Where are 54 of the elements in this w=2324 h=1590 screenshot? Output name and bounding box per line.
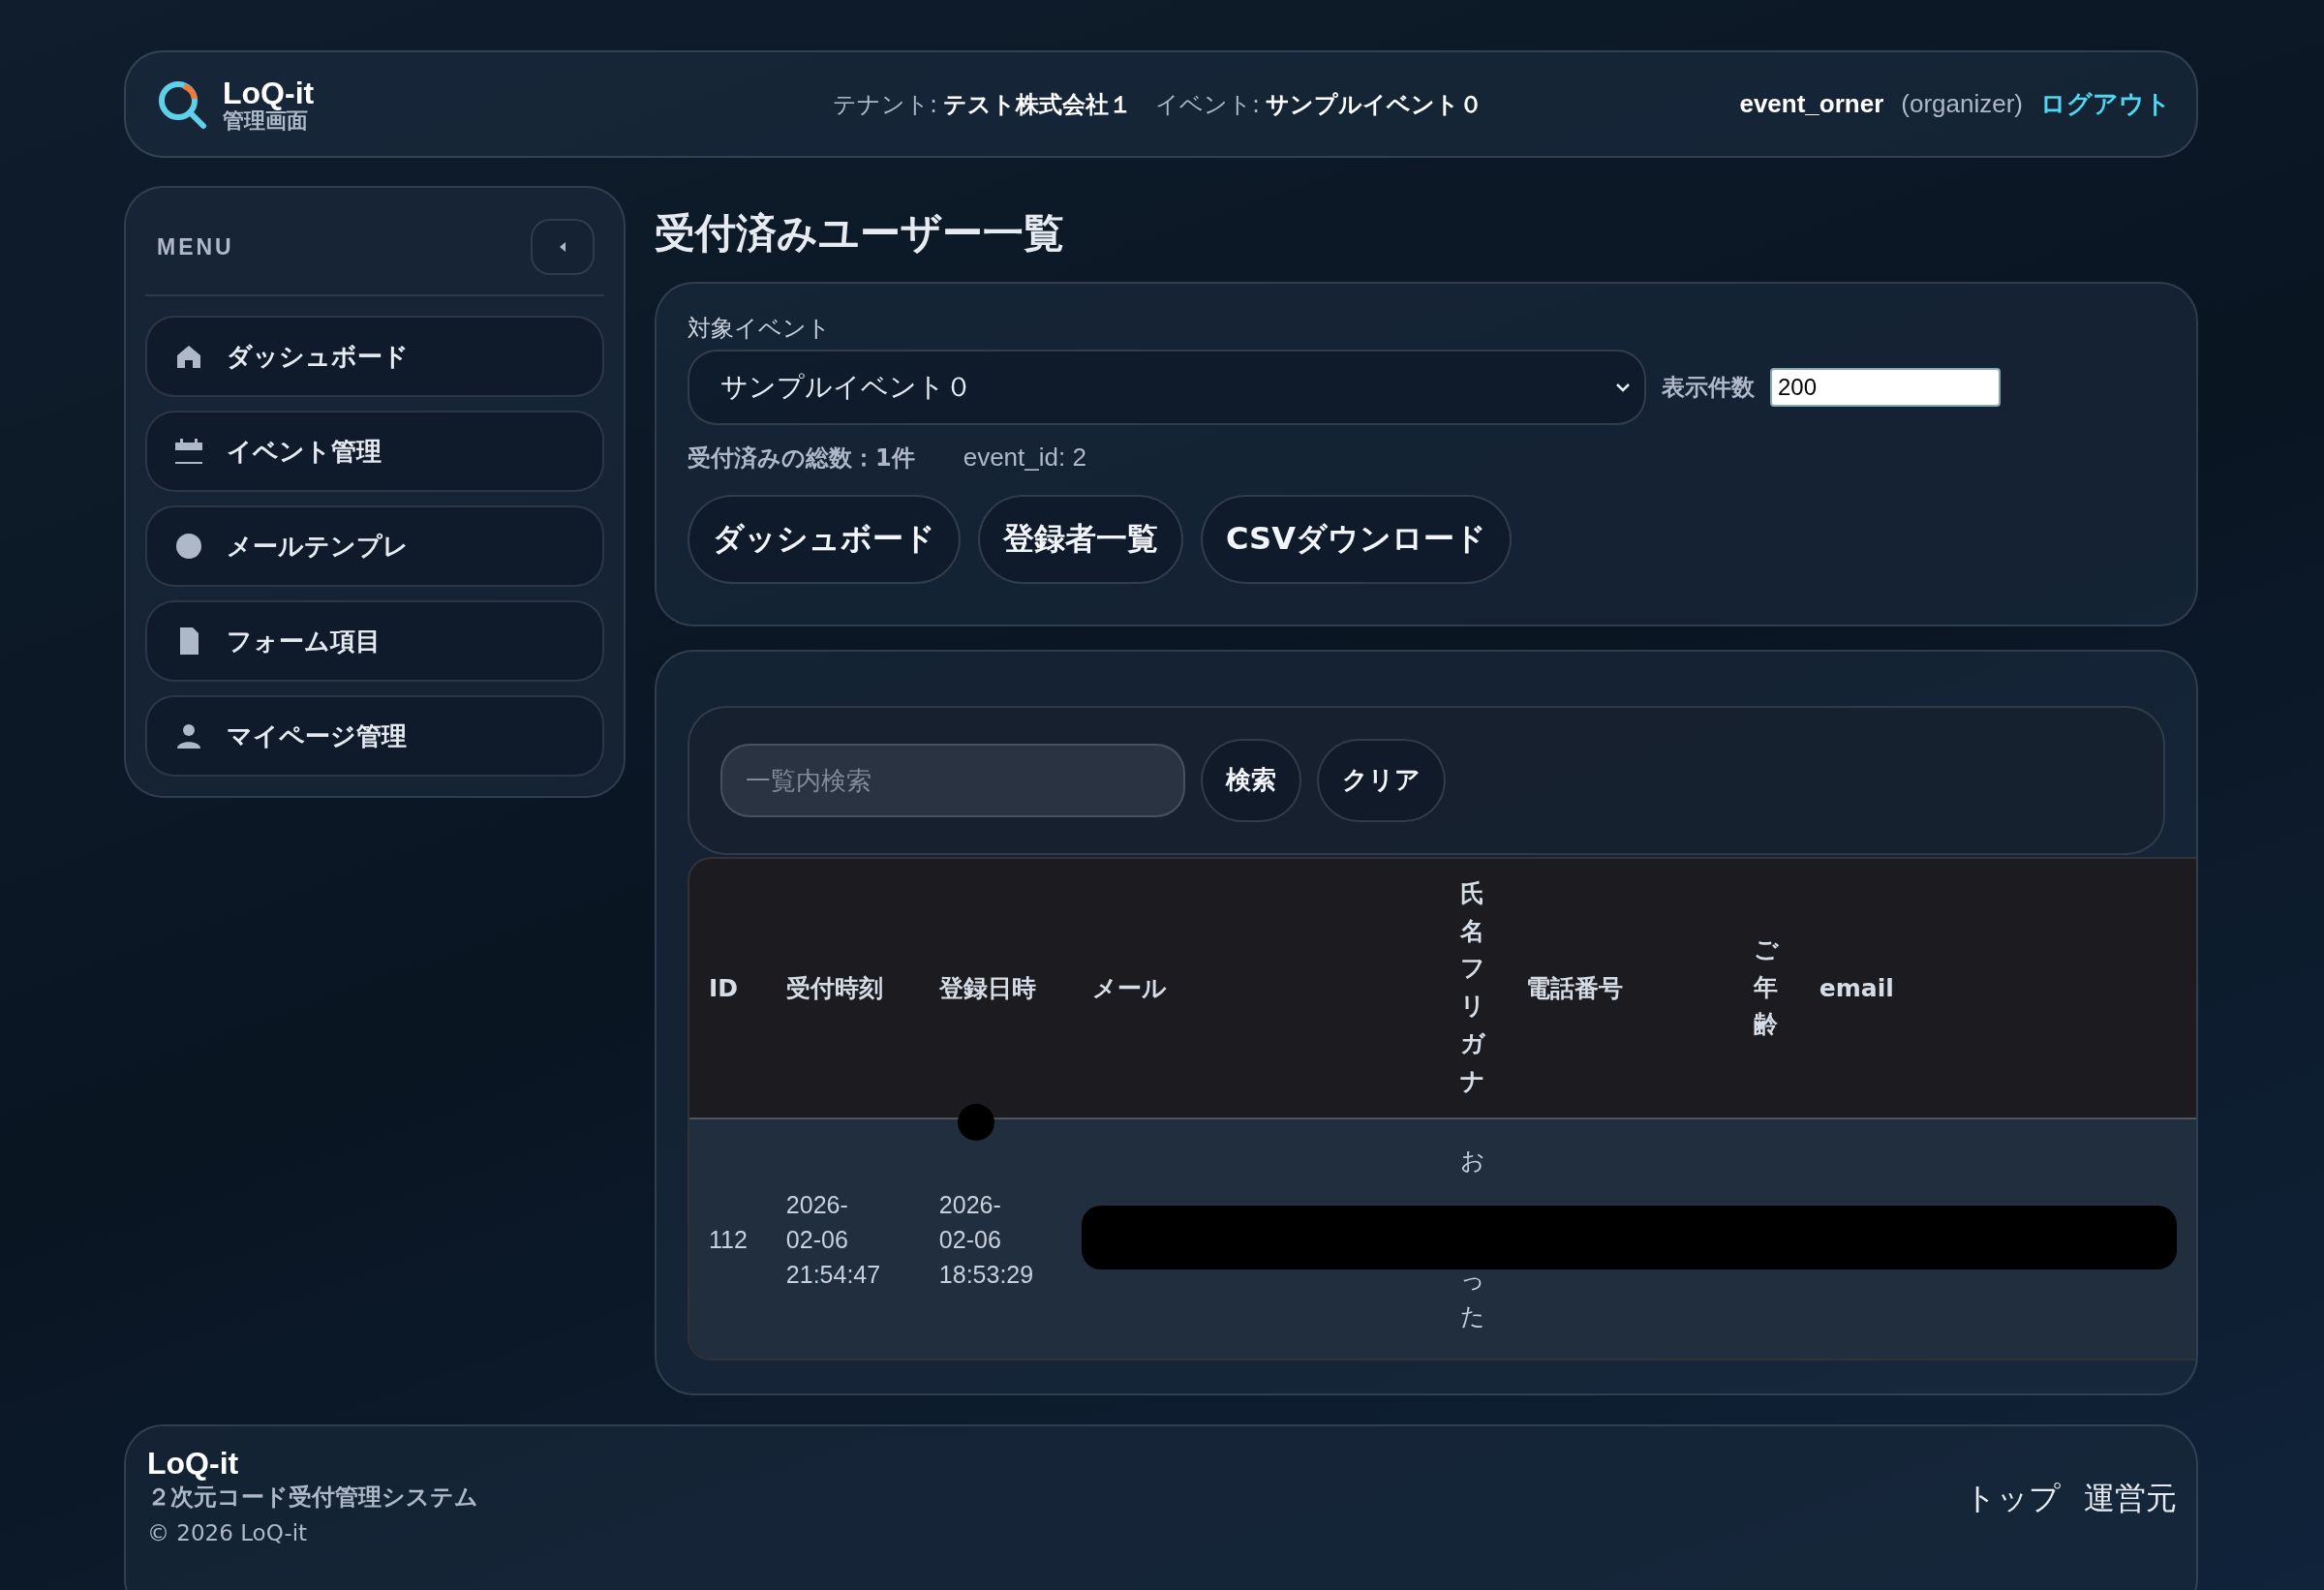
action-button[interactable]: CSVダウンロード <box>1201 494 1512 584</box>
action-button[interactable]: 登録者一覧 <box>978 494 1183 584</box>
user-name: event_orner <box>1739 89 1884 119</box>
tenant-name: テスト株式会社１ <box>943 89 1133 120</box>
column-header: 電話番号 <box>1525 973 1623 1002</box>
search-action-button[interactable]: 検索 <box>1201 738 1301 822</box>
count-field[interactable]: 200 <box>1770 367 2001 407</box>
column-header: email <box>1819 973 1894 1002</box>
app-subtitle: 管理画面 <box>223 109 308 132</box>
footer-title: LoQ-it <box>147 1445 240 1482</box>
footer-link[interactable]: 運営元 <box>2084 1477 2177 1520</box>
column-header: 受付時刻 <box>785 973 883 1002</box>
tenant-label: テナント: <box>833 89 938 120</box>
footer-subtitle: ２次元コード受付管理システム <box>147 1482 478 1513</box>
sidebar-item[interactable]: フォーム項目 <box>145 600 604 682</box>
column-header: 氏名フリガナ <box>1459 877 1484 1097</box>
table-cell-text: った <box>1459 1264 1484 1333</box>
home-icon <box>174 343 203 370</box>
table-cell-text: 2026-02-06 18:53:29 <box>938 1189 1035 1291</box>
total-count: 受付済みの総数：1件 <box>688 443 915 474</box>
event-id: event_id: 2 <box>963 442 1086 474</box>
count-label: 表示件数 <box>1662 372 1755 403</box>
event-select-label: 対象イベント <box>688 314 831 342</box>
sidebar-item[interactable]: マイページ管理 <box>145 695 604 777</box>
copyright: © 2026 LoQ-it <box>147 1519 309 1545</box>
logout-link[interactable]: ログアウト <box>2040 87 2171 121</box>
footer-link[interactable]: トップ <box>1965 1477 2061 1520</box>
menu-heading: MENU <box>157 233 234 260</box>
collapse-button[interactable] <box>531 219 595 275</box>
page-title: 受付済みユーザー一覧 <box>655 208 1065 259</box>
sidebar-item[interactable]: ダッシュボード <box>145 316 604 397</box>
event-label: イベント: <box>1155 89 1261 120</box>
event-select[interactable]: サンプルイベント０ <box>688 349 1646 425</box>
app-name: LoQ-it <box>223 76 315 108</box>
event-name: サンプルイベント０ <box>1266 89 1483 120</box>
column-header: メール <box>1091 973 1167 1002</box>
user-icon <box>174 722 203 749</box>
table-cell: 112 <box>709 1225 748 1253</box>
column-header: ご年齢 <box>1753 933 1778 1041</box>
column-header: ID <box>709 973 739 1002</box>
action-button[interactable]: ダッシュボード <box>688 494 961 584</box>
table-cell-text: 2026-02-06 21:54:47 <box>785 1189 882 1291</box>
sidebar-item[interactable]: イベント管理 <box>145 411 604 492</box>
circle-icon <box>174 533 203 560</box>
search-action-button[interactable]: クリア <box>1317 738 1446 822</box>
column-header: 登録日時 <box>938 973 1036 1002</box>
table-cell-text: お <box>1459 1145 1484 1177</box>
user-role: (organizer) <box>1901 89 2023 119</box>
chevron-down-icon <box>1615 382 1631 392</box>
caret-icon <box>559 242 566 252</box>
redaction-dot <box>958 1103 994 1141</box>
sidebar-item[interactable]: メールテンプレ <box>145 505 604 587</box>
calendar-icon <box>174 437 203 466</box>
search-field[interactable]: 一覧内検索 <box>720 743 1185 817</box>
